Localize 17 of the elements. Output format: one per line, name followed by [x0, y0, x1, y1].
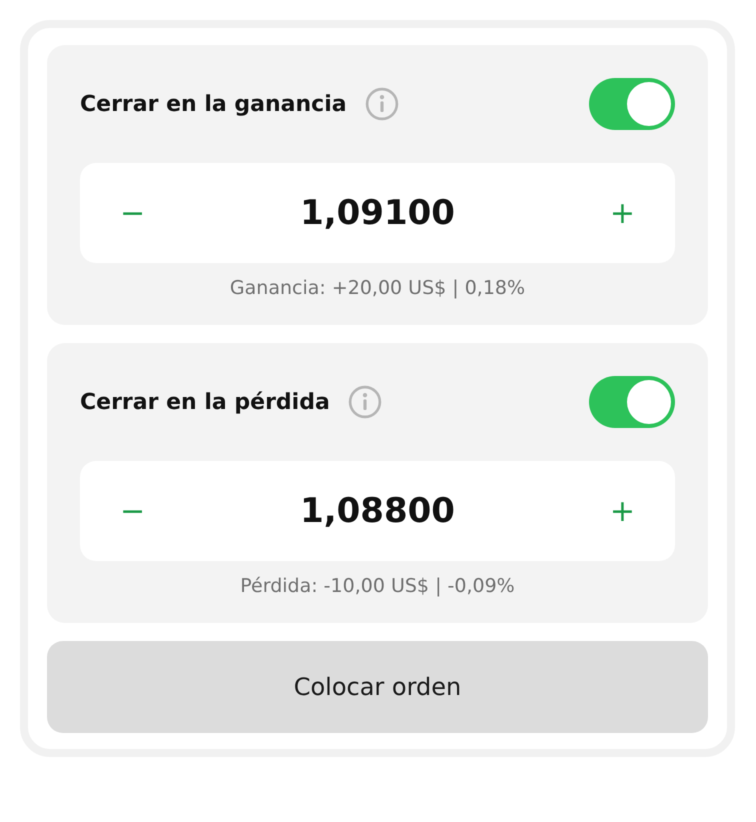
- increase-button[interactable]: +: [600, 196, 645, 230]
- info-icon[interactable]: [348, 385, 382, 419]
- price-stepper[interactable]: − 1,08800 +: [80, 461, 675, 561]
- price-value: 1,08800: [300, 491, 455, 531]
- section-title: Cerrar en la ganancia: [80, 92, 347, 116]
- section-title: Cerrar en la pérdida: [80, 390, 330, 414]
- price-value: 1,09100: [300, 193, 455, 233]
- result-caption: Pérdida: -10,00 US$ | -0,09%: [239, 575, 516, 597]
- toggle-switch[interactable]: [589, 376, 675, 428]
- decrease-button[interactable]: −: [110, 196, 156, 230]
- result-caption: Ganancia: +20,00 US$ | 0,18%: [228, 277, 526, 299]
- price-stepper[interactable]: − 1,09100 +: [80, 163, 675, 263]
- increase-button[interactable]: +: [600, 494, 645, 528]
- decrease-button[interactable]: −: [110, 494, 156, 528]
- place-order-button[interactable]: Colocar orden: [47, 641, 708, 733]
- info-icon[interactable]: [364, 87, 399, 121]
- toggle-switch[interactable]: [589, 78, 675, 130]
